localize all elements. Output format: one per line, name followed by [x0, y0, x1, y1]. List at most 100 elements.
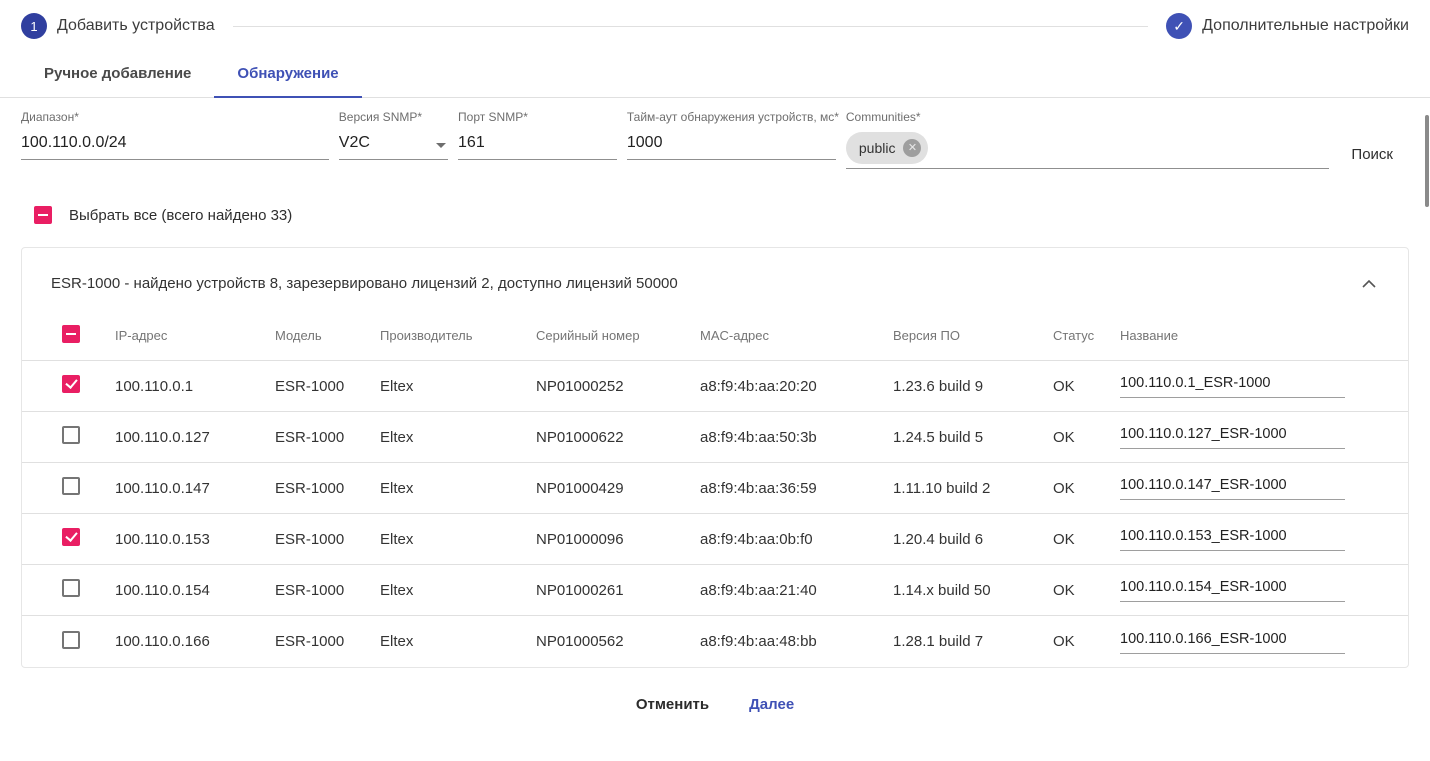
timeout-label: Тайм-аут обнаружения устройств, мс*: [627, 110, 836, 124]
device-name-input[interactable]: [1120, 477, 1345, 500]
device-group-header[interactable]: ESR-1000 - найдено устройств 8, зарезерв…: [22, 248, 1408, 311]
device-name-input[interactable]: [1120, 631, 1345, 654]
cell-mac: a8:f9:4b:aa:50:3b: [700, 429, 893, 446]
row-checkbox[interactable]: [62, 631, 80, 649]
cell-model: ESR-1000: [275, 429, 380, 446]
cell-vendor: Eltex: [380, 582, 536, 599]
cell-serial: NP01000562: [536, 633, 700, 650]
table-row: 100.110.0.166 ESR-1000 Eltex NP01000562 …: [22, 616, 1408, 667]
select-all-checkbox[interactable]: [34, 206, 52, 224]
row-checkbox[interactable]: [62, 579, 80, 597]
cell-status: OK: [1053, 531, 1120, 548]
device-group-title: ESR-1000 - найдено устройств 8, зарезерв…: [51, 275, 678, 292]
community-chip-label: public: [859, 140, 896, 156]
tab-manual-add[interactable]: Ручное добавление: [21, 48, 214, 98]
cell-ip: 100.110.0.147: [115, 480, 275, 497]
cell-ip: 100.110.0.166: [115, 633, 275, 650]
cell-vendor: Eltex: [380, 378, 536, 395]
cell-serial: NP01000622: [536, 429, 700, 446]
community-chip: public ✕: [846, 132, 929, 164]
wizard-stepper: 1 Добавить устройства ✓ Дополнительные н…: [0, 0, 1430, 48]
range-input[interactable]: [21, 134, 329, 152]
cell-status: OK: [1053, 582, 1120, 599]
cell-fw: 1.11.10 build 2: [893, 480, 1053, 497]
table-header-row: IP-адрес Модель Производитель Серийный н…: [22, 311, 1408, 361]
snmp-port-input[interactable]: [458, 134, 617, 152]
step-connector-line: [233, 26, 1149, 27]
device-name-input[interactable]: [1120, 579, 1345, 602]
tab-discovery[interactable]: Обнаружение: [214, 48, 361, 98]
col-serial: Серийный номер: [536, 328, 700, 343]
cell-model: ESR-1000: [275, 531, 380, 548]
row-checkbox[interactable]: [62, 477, 80, 495]
dropdown-arrow-icon[interactable]: [436, 143, 446, 148]
cell-fw: 1.20.4 build 6: [893, 531, 1053, 548]
table-row: 100.110.0.153 ESR-1000 Eltex NP01000096 …: [22, 514, 1408, 565]
collapse-chevron-icon[interactable]: [1358, 272, 1380, 295]
chip-remove-icon[interactable]: ✕: [903, 139, 921, 157]
table-row: 100.110.0.127 ESR-1000 Eltex NP01000622 …: [22, 412, 1408, 463]
cell-model: ESR-1000: [275, 378, 380, 395]
snmp-version-select[interactable]: [339, 131, 448, 160]
communities-input-area[interactable]: public ✕: [846, 131, 1330, 169]
device-name-input[interactable]: [1120, 528, 1345, 551]
cell-vendor: Eltex: [380, 633, 536, 650]
device-name-input[interactable]: [1120, 426, 1345, 449]
cell-ip: 100.110.0.154: [115, 582, 275, 599]
row-checkbox[interactable]: [62, 426, 80, 444]
select-all-label: Выбрать все (всего найдено 33): [69, 207, 292, 224]
cell-fw: 1.23.6 build 9: [893, 378, 1053, 395]
timeout-field: Тайм-аут обнаружения устройств, мс*: [627, 110, 836, 160]
cell-ip: 100.110.0.1: [115, 378, 275, 395]
select-all-row: Выбрать все (всего найдено 33): [0, 171, 1430, 224]
cell-mac: a8:f9:4b:aa:0b:f0: [700, 531, 893, 548]
cancel-button[interactable]: Отменить: [622, 686, 723, 723]
cell-vendor: Eltex: [380, 429, 536, 446]
range-field: Диапазон*: [21, 110, 329, 160]
group-select-all-checkbox[interactable]: [62, 325, 80, 343]
cell-serial: NP01000261: [536, 582, 700, 599]
cell-model: ESR-1000: [275, 480, 380, 497]
col-mac: MAC-адрес: [700, 328, 893, 343]
cell-mac: a8:f9:4b:aa:21:40: [700, 582, 893, 599]
cell-serial: NP01000252: [536, 378, 700, 395]
device-group-panel: ESR-1000 - найдено устройств 8, зарезерв…: [21, 247, 1409, 668]
table-row: 100.110.0.147 ESR-1000 Eltex NP01000429 …: [22, 463, 1408, 514]
cell-mac: a8:f9:4b:aa:48:bb: [700, 633, 893, 650]
step-1-badge: 1: [21, 13, 47, 39]
table-row: 100.110.0.154 ESR-1000 Eltex NP01000261 …: [22, 565, 1408, 616]
cell-vendor: Eltex: [380, 531, 536, 548]
cell-fw: 1.14.x build 50: [893, 582, 1053, 599]
cell-serial: NP01000096: [536, 531, 700, 548]
communities-label: Communities*: [846, 110, 1330, 124]
timeout-input[interactable]: [627, 134, 836, 152]
communities-field: Communities* public ✕: [846, 110, 1330, 169]
table-row: 100.110.0.1 ESR-1000 Eltex NP01000252 a8…: [22, 361, 1408, 412]
cell-ip: 100.110.0.153: [115, 531, 275, 548]
snmp-version-label: Версия SNMP*: [339, 110, 448, 124]
search-button[interactable]: Поиск: [1339, 138, 1405, 171]
col-ip: IP-адрес: [115, 328, 275, 343]
row-checkbox[interactable]: [62, 375, 80, 393]
vertical-scrollbar[interactable]: [1425, 115, 1429, 207]
step-additional-settings[interactable]: ✓ Дополнительные настройки: [1166, 13, 1409, 39]
step-2-label: Дополнительные настройки: [1202, 17, 1409, 35]
snmp-port-label: Порт SNMP*: [458, 110, 617, 124]
range-label: Диапазон*: [21, 110, 329, 124]
discovery-form: Диапазон* Версия SNMP* Порт SNMP* Тайм-а…: [0, 98, 1430, 171]
snmp-version-value[interactable]: [339, 134, 430, 152]
cell-serial: NP01000429: [536, 480, 700, 497]
cell-fw: 1.28.1 build 7: [893, 633, 1053, 650]
snmp-port-field: Порт SNMP*: [458, 110, 617, 160]
col-vendor: Производитель: [380, 328, 536, 343]
snmp-version-field: Версия SNMP*: [339, 110, 448, 160]
col-model: Модель: [275, 328, 380, 343]
col-name: Название: [1120, 328, 1382, 343]
row-checkbox[interactable]: [62, 528, 80, 546]
wizard-footer: Отменить Далее: [0, 668, 1430, 741]
next-button[interactable]: Далее: [735, 686, 808, 723]
step-2-check-icon: ✓: [1166, 13, 1192, 39]
device-name-input[interactable]: [1120, 375, 1345, 398]
cell-mac: a8:f9:4b:aa:36:59: [700, 480, 893, 497]
cell-fw: 1.24.5 build 5: [893, 429, 1053, 446]
